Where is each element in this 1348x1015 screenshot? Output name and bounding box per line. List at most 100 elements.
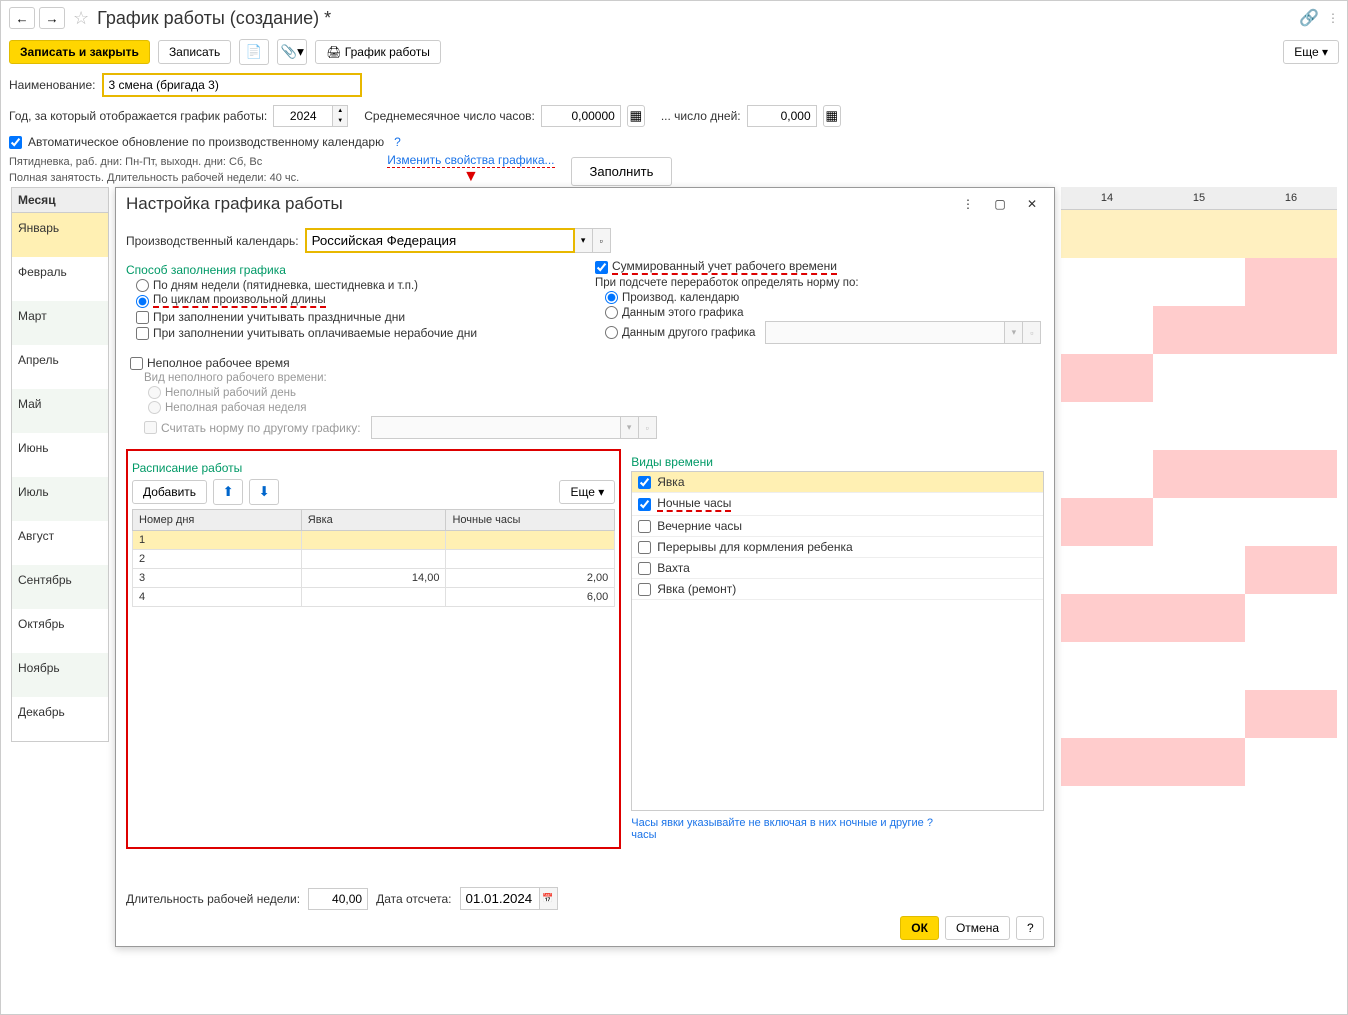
parttime-week-radio (148, 401, 161, 414)
page-title: График работы (создание) * (97, 8, 331, 29)
move-up-button[interactable]: ⬆ (213, 479, 243, 505)
month-dec[interactable]: Декабрь (12, 697, 108, 741)
month-jun[interactable]: Июнь (12, 433, 108, 477)
year-up-button[interactable]: ▲ (333, 106, 347, 116)
dialog-help-button[interactable]: ? (1016, 916, 1044, 940)
fill-button[interactable]: Заполнить (571, 157, 673, 186)
by-prodcal-radio[interactable] (605, 291, 618, 304)
other-schedule-dropdown: ▾ (1005, 321, 1023, 344)
dialog-close-icon[interactable]: ✕ (1020, 194, 1044, 214)
prod-calendar-dropdown[interactable]: ▾ (575, 228, 593, 253)
save-button[interactable]: Записать (158, 40, 231, 64)
save-close-button[interactable]: Записать и закрыть (9, 40, 150, 64)
hint-help-icon[interactable]: ? (927, 817, 933, 829)
timetype-night[interactable]: Ночные часы (632, 493, 1043, 516)
avg-hours-input[interactable] (541, 105, 621, 127)
year-down-button[interactable]: ▼ (333, 116, 347, 126)
link-icon[interactable]: 🔗 (1299, 8, 1319, 28)
by-other-radio[interactable] (605, 326, 618, 339)
table-row[interactable]: 4 6,00 (133, 588, 615, 607)
timetype-evening[interactable]: Вечерние часы (632, 516, 1043, 537)
month-may[interactable]: Май (12, 389, 108, 433)
prod-calendar-label: Производственный календарь: (126, 234, 299, 248)
start-date-picker-button[interactable]: 📅 (540, 887, 558, 910)
by-prodcal-label: Производ. календарю (622, 292, 739, 304)
timetype-yavka-checkbox[interactable] (638, 476, 651, 489)
prod-calendar-input[interactable] (305, 228, 575, 253)
start-date-label: Дата отсчета: (376, 892, 451, 906)
timetype-evening-checkbox[interactable] (638, 520, 651, 533)
parttime-checkbox[interactable] (130, 357, 143, 370)
help-icon[interactable]: ? (394, 135, 401, 149)
auto-update-checkbox[interactable] (9, 136, 22, 149)
paid-nonwork-checkbox[interactable] (136, 327, 149, 340)
days-label: ... число дней: (661, 109, 741, 123)
cal-col-16: 16 (1245, 187, 1337, 209)
month-aug[interactable]: Август (12, 521, 108, 565)
norm-other-open: ▫ (639, 416, 657, 439)
dialog-kebab-icon[interactable]: ⋮ (956, 194, 980, 214)
parttime-week-label: Неполная рабочая неделя (165, 402, 306, 414)
back-button[interactable]: ← (9, 7, 35, 29)
other-schedule-input (765, 321, 1005, 344)
name-input[interactable] (102, 73, 362, 97)
month-jan[interactable]: Январь (12, 213, 108, 257)
year-input[interactable] (273, 105, 333, 127)
change-props-link[interactable]: Изменить свойства графика... (387, 153, 554, 168)
table-row[interactable]: 3 14,00 2,00 (133, 569, 615, 588)
week-len-input[interactable] (308, 888, 368, 910)
ok-button[interactable]: ОК (900, 916, 939, 940)
start-date-input[interactable] (460, 887, 540, 910)
yavka-hint: Часы явки указывайте не включая в них но… (631, 817, 1044, 841)
by-weekdays-label: По дням недели (пятидневка, шестидневка … (153, 280, 418, 292)
month-list: Месяц Январь Февраль Март Апрель Май Июн… (11, 187, 109, 742)
print-icon-button[interactable]: 📄 (239, 39, 269, 65)
timetype-yavka[interactable]: Явка (632, 472, 1043, 493)
month-apr[interactable]: Апрель (12, 345, 108, 389)
prod-calendar-open[interactable]: ▫ (593, 228, 611, 253)
by-weekdays-radio[interactable] (136, 279, 149, 292)
timetype-shift-checkbox[interactable] (638, 562, 651, 575)
cancel-button[interactable]: Отмена (945, 916, 1010, 940)
by-this-radio[interactable] (605, 306, 618, 319)
kebab-icon[interactable]: ⋮ (1327, 11, 1339, 25)
month-jul[interactable]: Июль (12, 477, 108, 521)
days-calc-button[interactable]: ▦ (823, 105, 841, 127)
col-night: Ночные часы (446, 510, 615, 531)
move-down-button[interactable]: ⬇ (249, 479, 279, 505)
month-mar[interactable]: Март (12, 301, 108, 345)
schedule-more-button[interactable]: Еще ▾ (559, 480, 615, 504)
forward-button[interactable]: → (39, 7, 65, 29)
schedule-settings-dialog: Настройка графика работы ⋮ ▢ ✕ Производс… (115, 187, 1055, 947)
timetype-breaks[interactable]: Перерывы для кормления ребенка (632, 537, 1043, 558)
other-schedule-open: ▫ (1023, 321, 1041, 344)
month-feb[interactable]: Февраль (12, 257, 108, 301)
attach-icon-button[interactable]: 📎▾ (277, 39, 307, 65)
timetype-breaks-checkbox[interactable] (638, 541, 651, 554)
calendar-strip: 14 15 16 (1061, 187, 1337, 787)
timetype-shift[interactable]: Вахта (632, 558, 1043, 579)
schedule-button[interactable]: 🖨 График работы (315, 40, 441, 64)
table-row[interactable]: 2 (133, 550, 615, 569)
month-sep[interactable]: Сентябрь (12, 565, 108, 609)
favorite-icon[interactable]: ☆ (73, 8, 89, 29)
holidays-checkbox[interactable] (136, 311, 149, 324)
month-nov[interactable]: Ноябрь (12, 653, 108, 697)
dialog-title: Настройка графика работы (126, 194, 343, 214)
timetype-night-checkbox[interactable] (638, 498, 651, 511)
table-row[interactable]: 1 (133, 531, 615, 550)
dialog-maximize-icon[interactable]: ▢ (988, 194, 1012, 214)
timetype-repair-checkbox[interactable] (638, 583, 651, 596)
by-cycles-radio[interactable] (136, 295, 149, 308)
summed-checkbox[interactable] (595, 261, 608, 274)
schedule-table: Номер дня Явка Ночные часы 1 (132, 509, 615, 607)
month-oct[interactable]: Октябрь (12, 609, 108, 653)
more-button[interactable]: Еще ▾ (1283, 40, 1339, 64)
cal-col-14: 14 (1061, 187, 1153, 209)
avg-hours-label: Среднемесячное число часов: (364, 109, 535, 123)
avg-hours-calc-button[interactable]: ▦ (627, 105, 645, 127)
timetype-repair[interactable]: Явка (ремонт) (632, 579, 1043, 600)
schedule-title: Расписание работы (132, 461, 615, 475)
add-button[interactable]: Добавить (132, 480, 207, 504)
days-input[interactable] (747, 105, 817, 127)
